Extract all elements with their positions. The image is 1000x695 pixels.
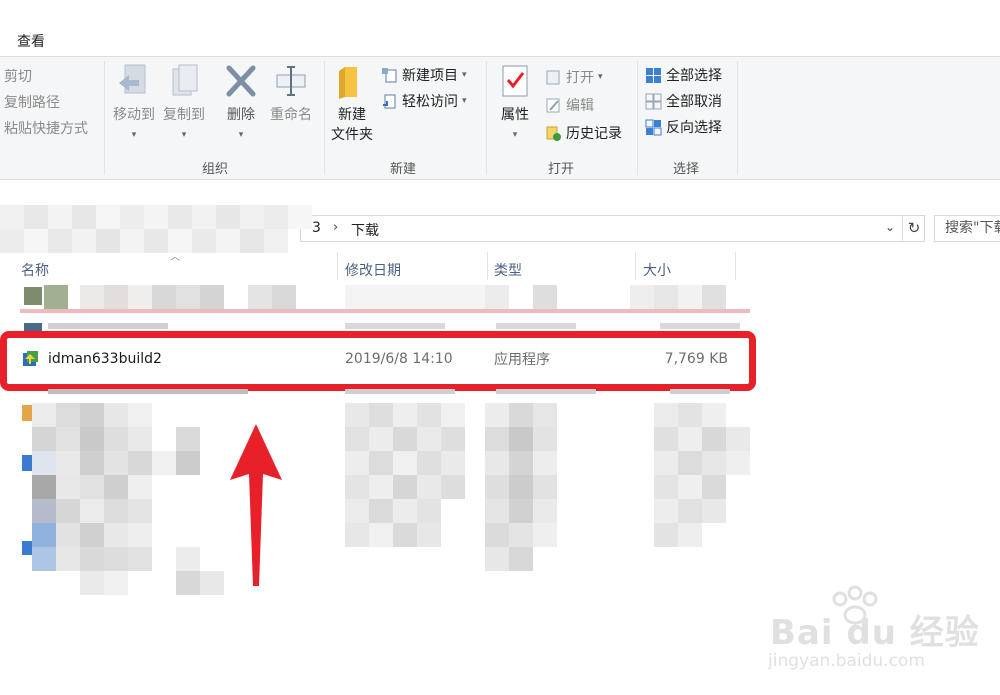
history-label: 历史记录 bbox=[566, 126, 622, 142]
copy-to-label: 复制到 bbox=[163, 107, 205, 123]
new-folder-button[interactable]: 新建 文件夹 bbox=[328, 63, 376, 145]
address-current-folder[interactable]: 下载 bbox=[351, 220, 379, 240]
select-all-label: 全部选择 bbox=[666, 68, 722, 84]
column-separator[interactable] bbox=[337, 252, 338, 280]
chevron-down-icon: ▾ bbox=[462, 96, 467, 106]
open-group-label: 打开 bbox=[547, 162, 574, 177]
paste-shortcut-button[interactable]: 粘贴快捷方式 bbox=[4, 118, 88, 138]
copy-path-button[interactable]: 复制路径 bbox=[4, 92, 60, 112]
move-to-button[interactable]: 移动到 ▾ bbox=[110, 63, 158, 141]
copy-path-label: 复制路径 bbox=[4, 95, 60, 111]
group-separator bbox=[104, 61, 105, 175]
chevron-down-icon: ▾ bbox=[131, 130, 137, 140]
edit-label: 编辑 bbox=[566, 98, 594, 114]
edit-button[interactable]: 编辑 bbox=[545, 95, 594, 115]
column-header-type[interactable]: 类型 bbox=[494, 260, 522, 280]
new-item-label: 新建项目 bbox=[402, 68, 458, 84]
redacted-row bbox=[20, 285, 750, 325]
properties-label: 属性 bbox=[501, 107, 529, 123]
copy-to-button[interactable]: 复制到 ▾ bbox=[160, 63, 208, 141]
ribbon: 剪切 复制路径 粘贴快捷方式 移动到 ▾ 复制到 ▾ 删除 ▾ 重命名 组织 新… bbox=[0, 56, 1000, 180]
new-item-icon bbox=[382, 67, 397, 82]
delete-icon bbox=[226, 65, 256, 97]
rename-label: 重命名 bbox=[270, 107, 312, 123]
delete-button[interactable]: 删除 ▾ bbox=[220, 63, 262, 141]
chevron-down-icon: ▾ bbox=[462, 70, 467, 80]
open-button[interactable]: 打开 ▾ bbox=[545, 67, 603, 87]
search-input[interactable]: 搜索"下载" bbox=[934, 215, 1000, 242]
address-path-segment[interactable]: 3 bbox=[312, 220, 321, 236]
chevron-down-icon[interactable]: ⌄ bbox=[885, 220, 895, 234]
move-to-icon bbox=[119, 64, 146, 94]
properties-button[interactable]: 属性 ▾ bbox=[492, 63, 538, 141]
column-separator[interactable] bbox=[487, 252, 488, 280]
redacted-row-3 bbox=[20, 381, 750, 395]
column-separator[interactable] bbox=[735, 252, 736, 280]
arrow-up-annotation bbox=[230, 424, 282, 586]
organize-group-label: 组织 bbox=[201, 162, 228, 177]
move-to-label: 移动到 bbox=[113, 107, 155, 123]
easy-access-button[interactable]: 轻松访问 ▾ bbox=[381, 91, 467, 111]
address-bar[interactable] bbox=[300, 215, 925, 242]
ribbon-tab-strip: 查看 bbox=[0, 0, 1000, 56]
watermark-brand: Bai du 经验 bbox=[770, 613, 980, 653]
select-group-label: 选择 bbox=[672, 162, 699, 177]
invert-selection-icon bbox=[645, 119, 662, 135]
select-none-button[interactable]: 全部取消 bbox=[645, 91, 722, 111]
chevron-down-icon: ▾ bbox=[598, 72, 603, 82]
cut-label: 剪切 bbox=[4, 69, 32, 85]
watermark-url: jingyan.baidu.com bbox=[768, 651, 925, 671]
group-separator bbox=[486, 61, 487, 175]
select-all-button[interactable]: 全部选择 bbox=[645, 65, 722, 85]
sort-ascending-icon: ︿ bbox=[170, 252, 180, 263]
select-none-icon bbox=[645, 93, 662, 109]
cut-button[interactable]: 剪切 bbox=[4, 66, 32, 86]
invert-selection-button[interactable]: 反向选择 bbox=[645, 117, 722, 137]
redacted-area bbox=[0, 205, 312, 253]
chevron-down-icon: ▾ bbox=[512, 130, 518, 140]
chevron-right-icon[interactable]: › bbox=[333, 220, 338, 235]
paste-shortcut-label: 粘贴快捷方式 bbox=[4, 121, 88, 137]
column-separator[interactable] bbox=[635, 252, 636, 280]
edit-icon bbox=[546, 98, 560, 112]
column-header-size[interactable]: 大小 bbox=[643, 260, 671, 280]
rename-button[interactable]: 重命名 bbox=[266, 63, 316, 125]
new-item-button[interactable]: 新建项目 ▾ bbox=[381, 65, 467, 85]
easy-access-icon bbox=[383, 94, 396, 108]
history-icon bbox=[546, 126, 561, 141]
chevron-down-icon: ▾ bbox=[181, 130, 187, 140]
history-button[interactable]: 历史记录 bbox=[545, 123, 622, 143]
new-group-label: 新建 bbox=[389, 162, 416, 177]
chevron-down-icon: ▾ bbox=[238, 130, 244, 140]
group-separator bbox=[737, 61, 738, 175]
column-header-name[interactable]: 名称 bbox=[21, 260, 49, 280]
delete-label: 删除 bbox=[227, 107, 255, 123]
refresh-icon[interactable]: ↻ bbox=[902, 215, 925, 242]
rename-icon bbox=[276, 66, 306, 96]
easy-access-label: 轻松访问 bbox=[402, 94, 458, 110]
new-folder-label-2: 文件夹 bbox=[331, 127, 373, 143]
copy-to-icon bbox=[172, 64, 198, 96]
baidu-watermark: Bai du 经验 jingyan.baidu.com bbox=[760, 585, 980, 685]
group-separator bbox=[637, 61, 638, 175]
redacted-file-list bbox=[20, 403, 750, 598]
invert-selection-label: 反向选择 bbox=[666, 120, 722, 136]
select-none-label: 全部取消 bbox=[666, 94, 722, 110]
open-icon bbox=[546, 70, 560, 84]
new-folder-label: 新建 bbox=[338, 107, 366, 123]
select-all-icon bbox=[646, 67, 661, 83]
group-separator bbox=[324, 61, 325, 175]
open-label: 打开 bbox=[566, 70, 594, 86]
tab-view[interactable]: 查看 bbox=[17, 31, 45, 51]
properties-icon bbox=[502, 65, 528, 97]
column-header-date[interactable]: 修改日期 bbox=[345, 260, 401, 280]
folder-icon bbox=[339, 67, 357, 99]
